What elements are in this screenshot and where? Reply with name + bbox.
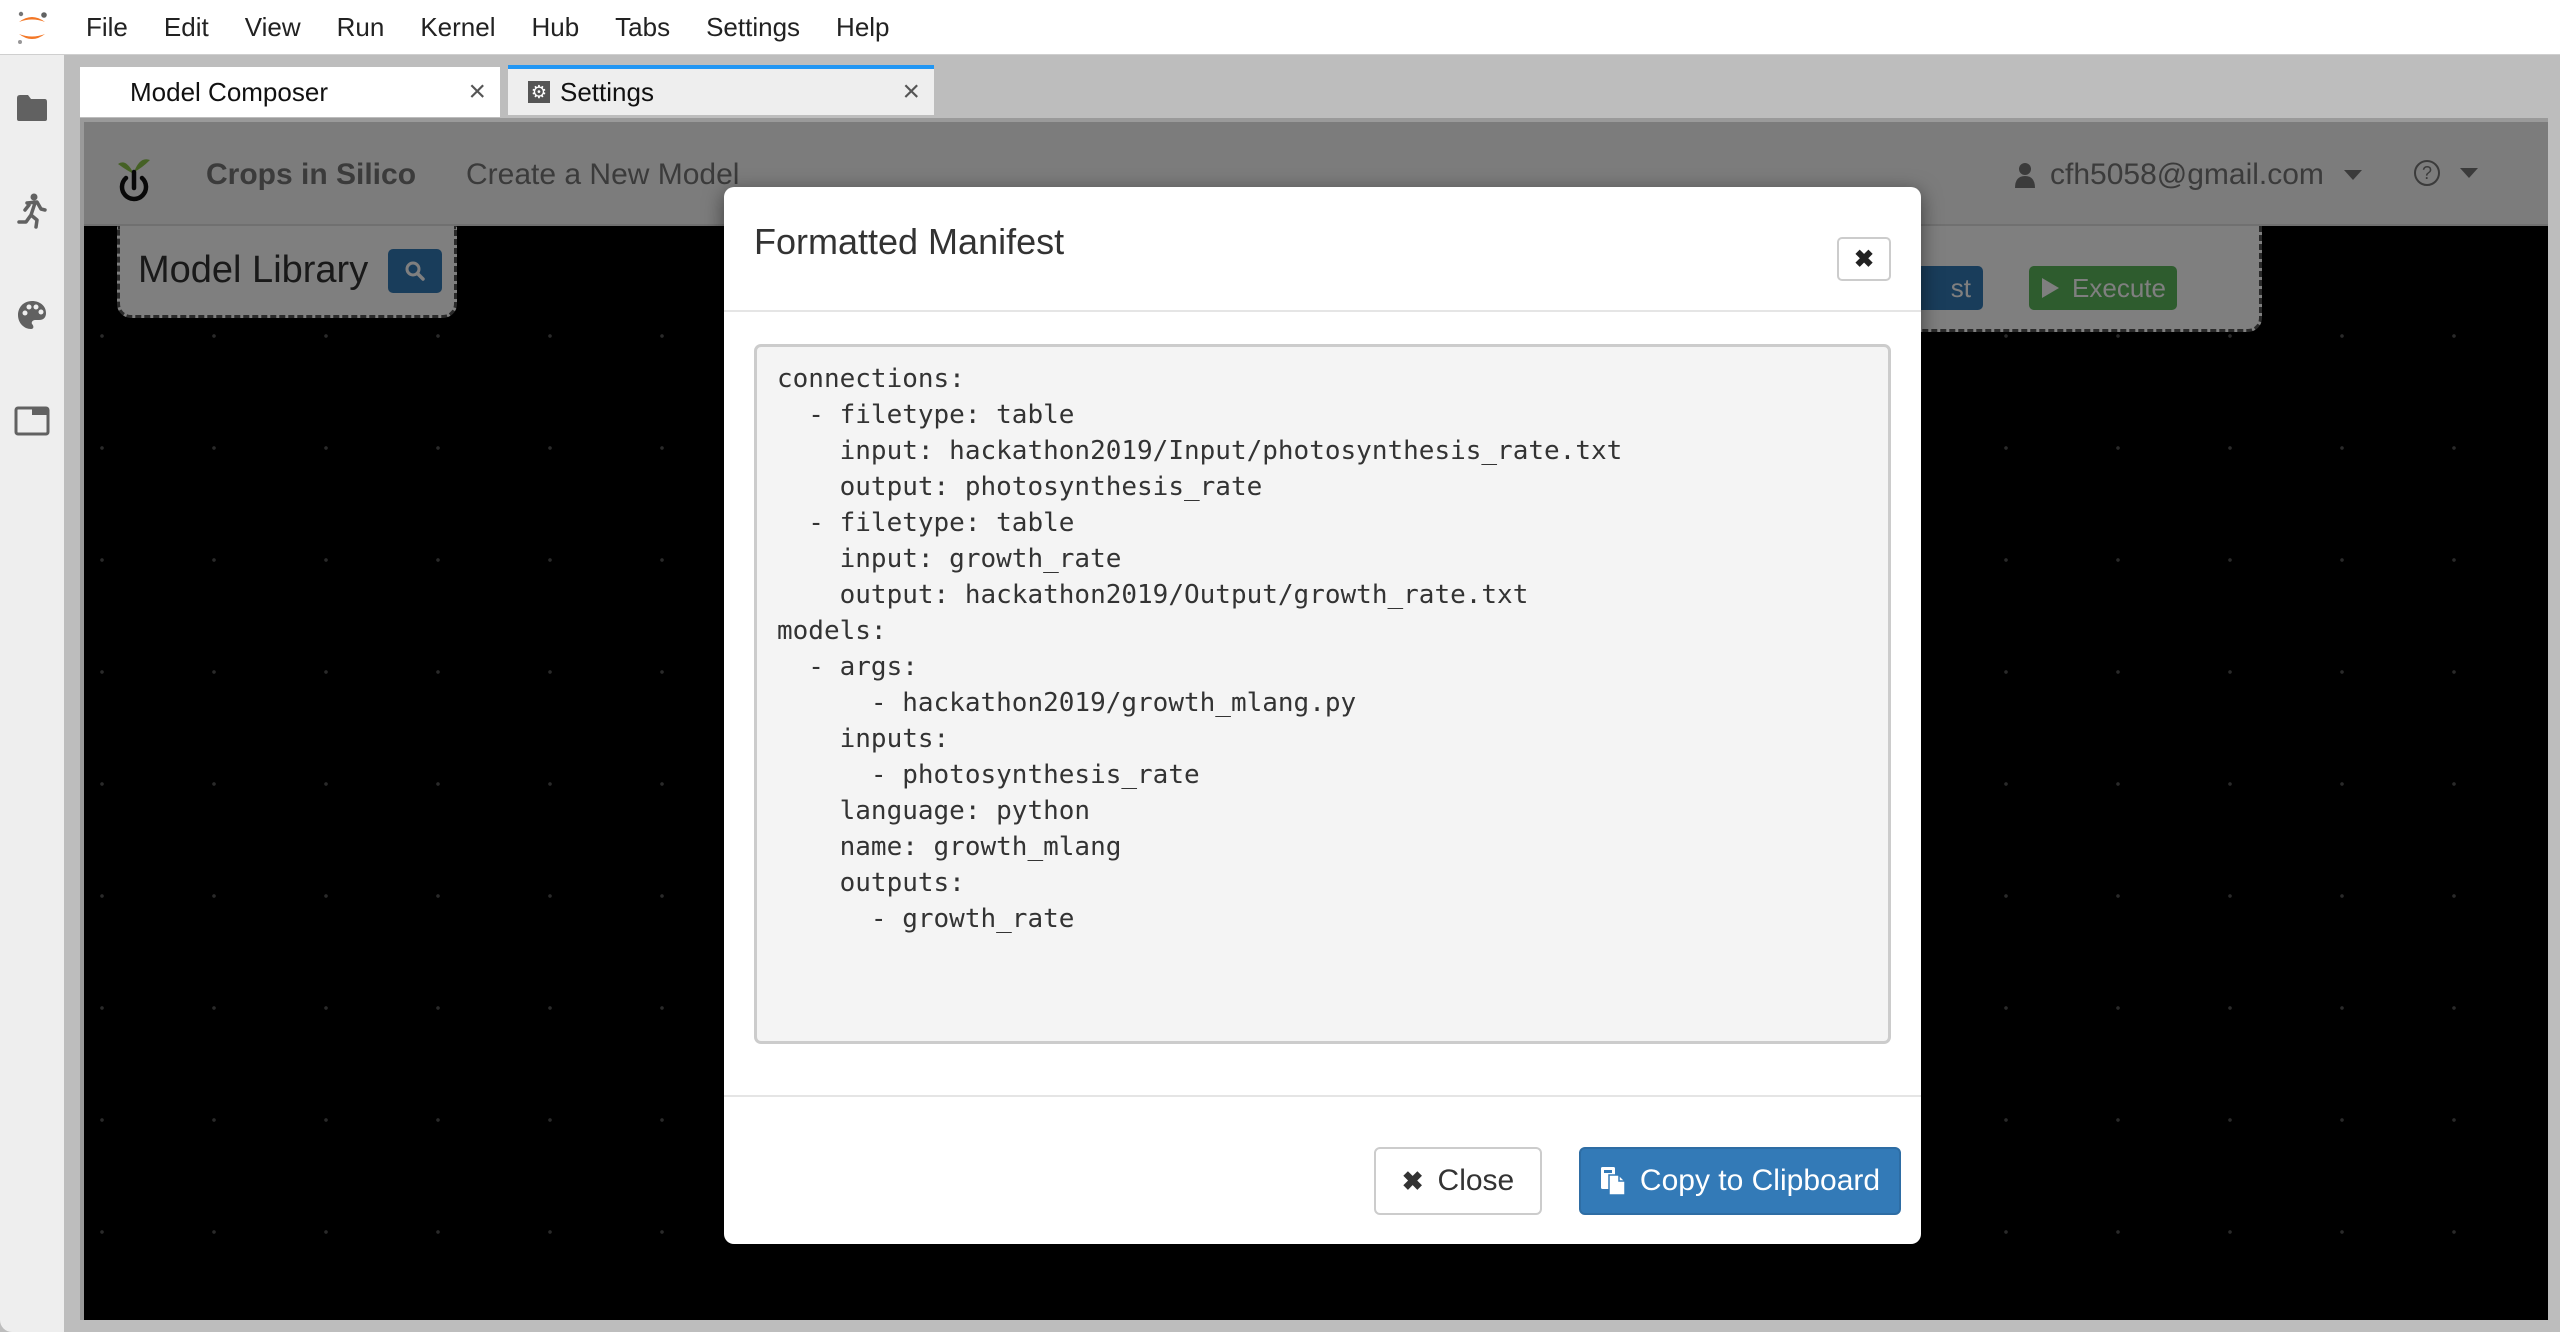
palette-icon[interactable] — [14, 297, 50, 333]
menu-items: File Edit View Run Kernel Hub Tabs Setti… — [86, 0, 926, 55]
main-panel: Crops in Silico Create a New Model cfh50… — [80, 118, 2548, 1320]
copy-label: Copy to Clipboard — [1639, 1164, 1881, 1197]
folder-icon[interactable] — [14, 90, 50, 126]
tabs-icon[interactable] — [14, 403, 50, 439]
menu-bar: File Edit View Run Kernel Hub Tabs Setti… — [0, 0, 2560, 55]
modal-close-x-button[interactable]: ✖ — [1837, 237, 1891, 281]
menu-tabs[interactable]: Tabs — [615, 12, 670, 43]
menu-kernel[interactable]: Kernel — [420, 12, 495, 43]
modal-title: Formatted Manifest — [754, 221, 1065, 262]
manifest-code-block[interactable]: connections: - filetype: table input: ha… — [754, 344, 1891, 1044]
formatted-manifest-modal: Formatted Manifest ✖ connections: - file… — [724, 187, 1921, 1244]
jupyter-logo-icon — [14, 8, 50, 48]
tab-label: Model Composer — [130, 76, 328, 107]
times-icon: ✖ — [1401, 1165, 1424, 1196]
close-icon[interactable]: × — [468, 75, 486, 109]
modal-footer: ✖ Close Copy to Clipboard — [724, 1095, 1921, 1244]
clipboard-icon — [1600, 1166, 1626, 1196]
close-label: Close — [1437, 1164, 1515, 1197]
close-button[interactable]: ✖ Close — [1374, 1147, 1542, 1215]
menu-edit[interactable]: Edit — [164, 12, 209, 43]
close-icon: ✖ — [1853, 245, 1875, 273]
tab-settings[interactable]: ⚙ Settings × — [508, 65, 934, 115]
copy-to-clipboard-button[interactable]: Copy to Clipboard — [1579, 1147, 1901, 1215]
menu-help[interactable]: Help — [836, 12, 889, 43]
modal-header: Formatted Manifest ✖ — [724, 187, 1921, 312]
menu-file[interactable]: File — [86, 12, 128, 43]
menu-settings[interactable]: Settings — [706, 12, 800, 43]
tab-bar: Model Composer × ⚙ Settings × — [64, 55, 2560, 118]
left-sidebar — [0, 55, 64, 1332]
menu-run[interactable]: Run — [337, 12, 385, 43]
tab-label: Settings — [560, 76, 654, 107]
gear-icon: ⚙ — [528, 81, 550, 103]
menu-view[interactable]: View — [245, 12, 301, 43]
running-icon[interactable] — [14, 193, 50, 229]
tab-model-composer[interactable]: Model Composer × — [80, 67, 500, 117]
menu-hub[interactable]: Hub — [531, 12, 579, 43]
close-icon[interactable]: × — [902, 75, 920, 109]
